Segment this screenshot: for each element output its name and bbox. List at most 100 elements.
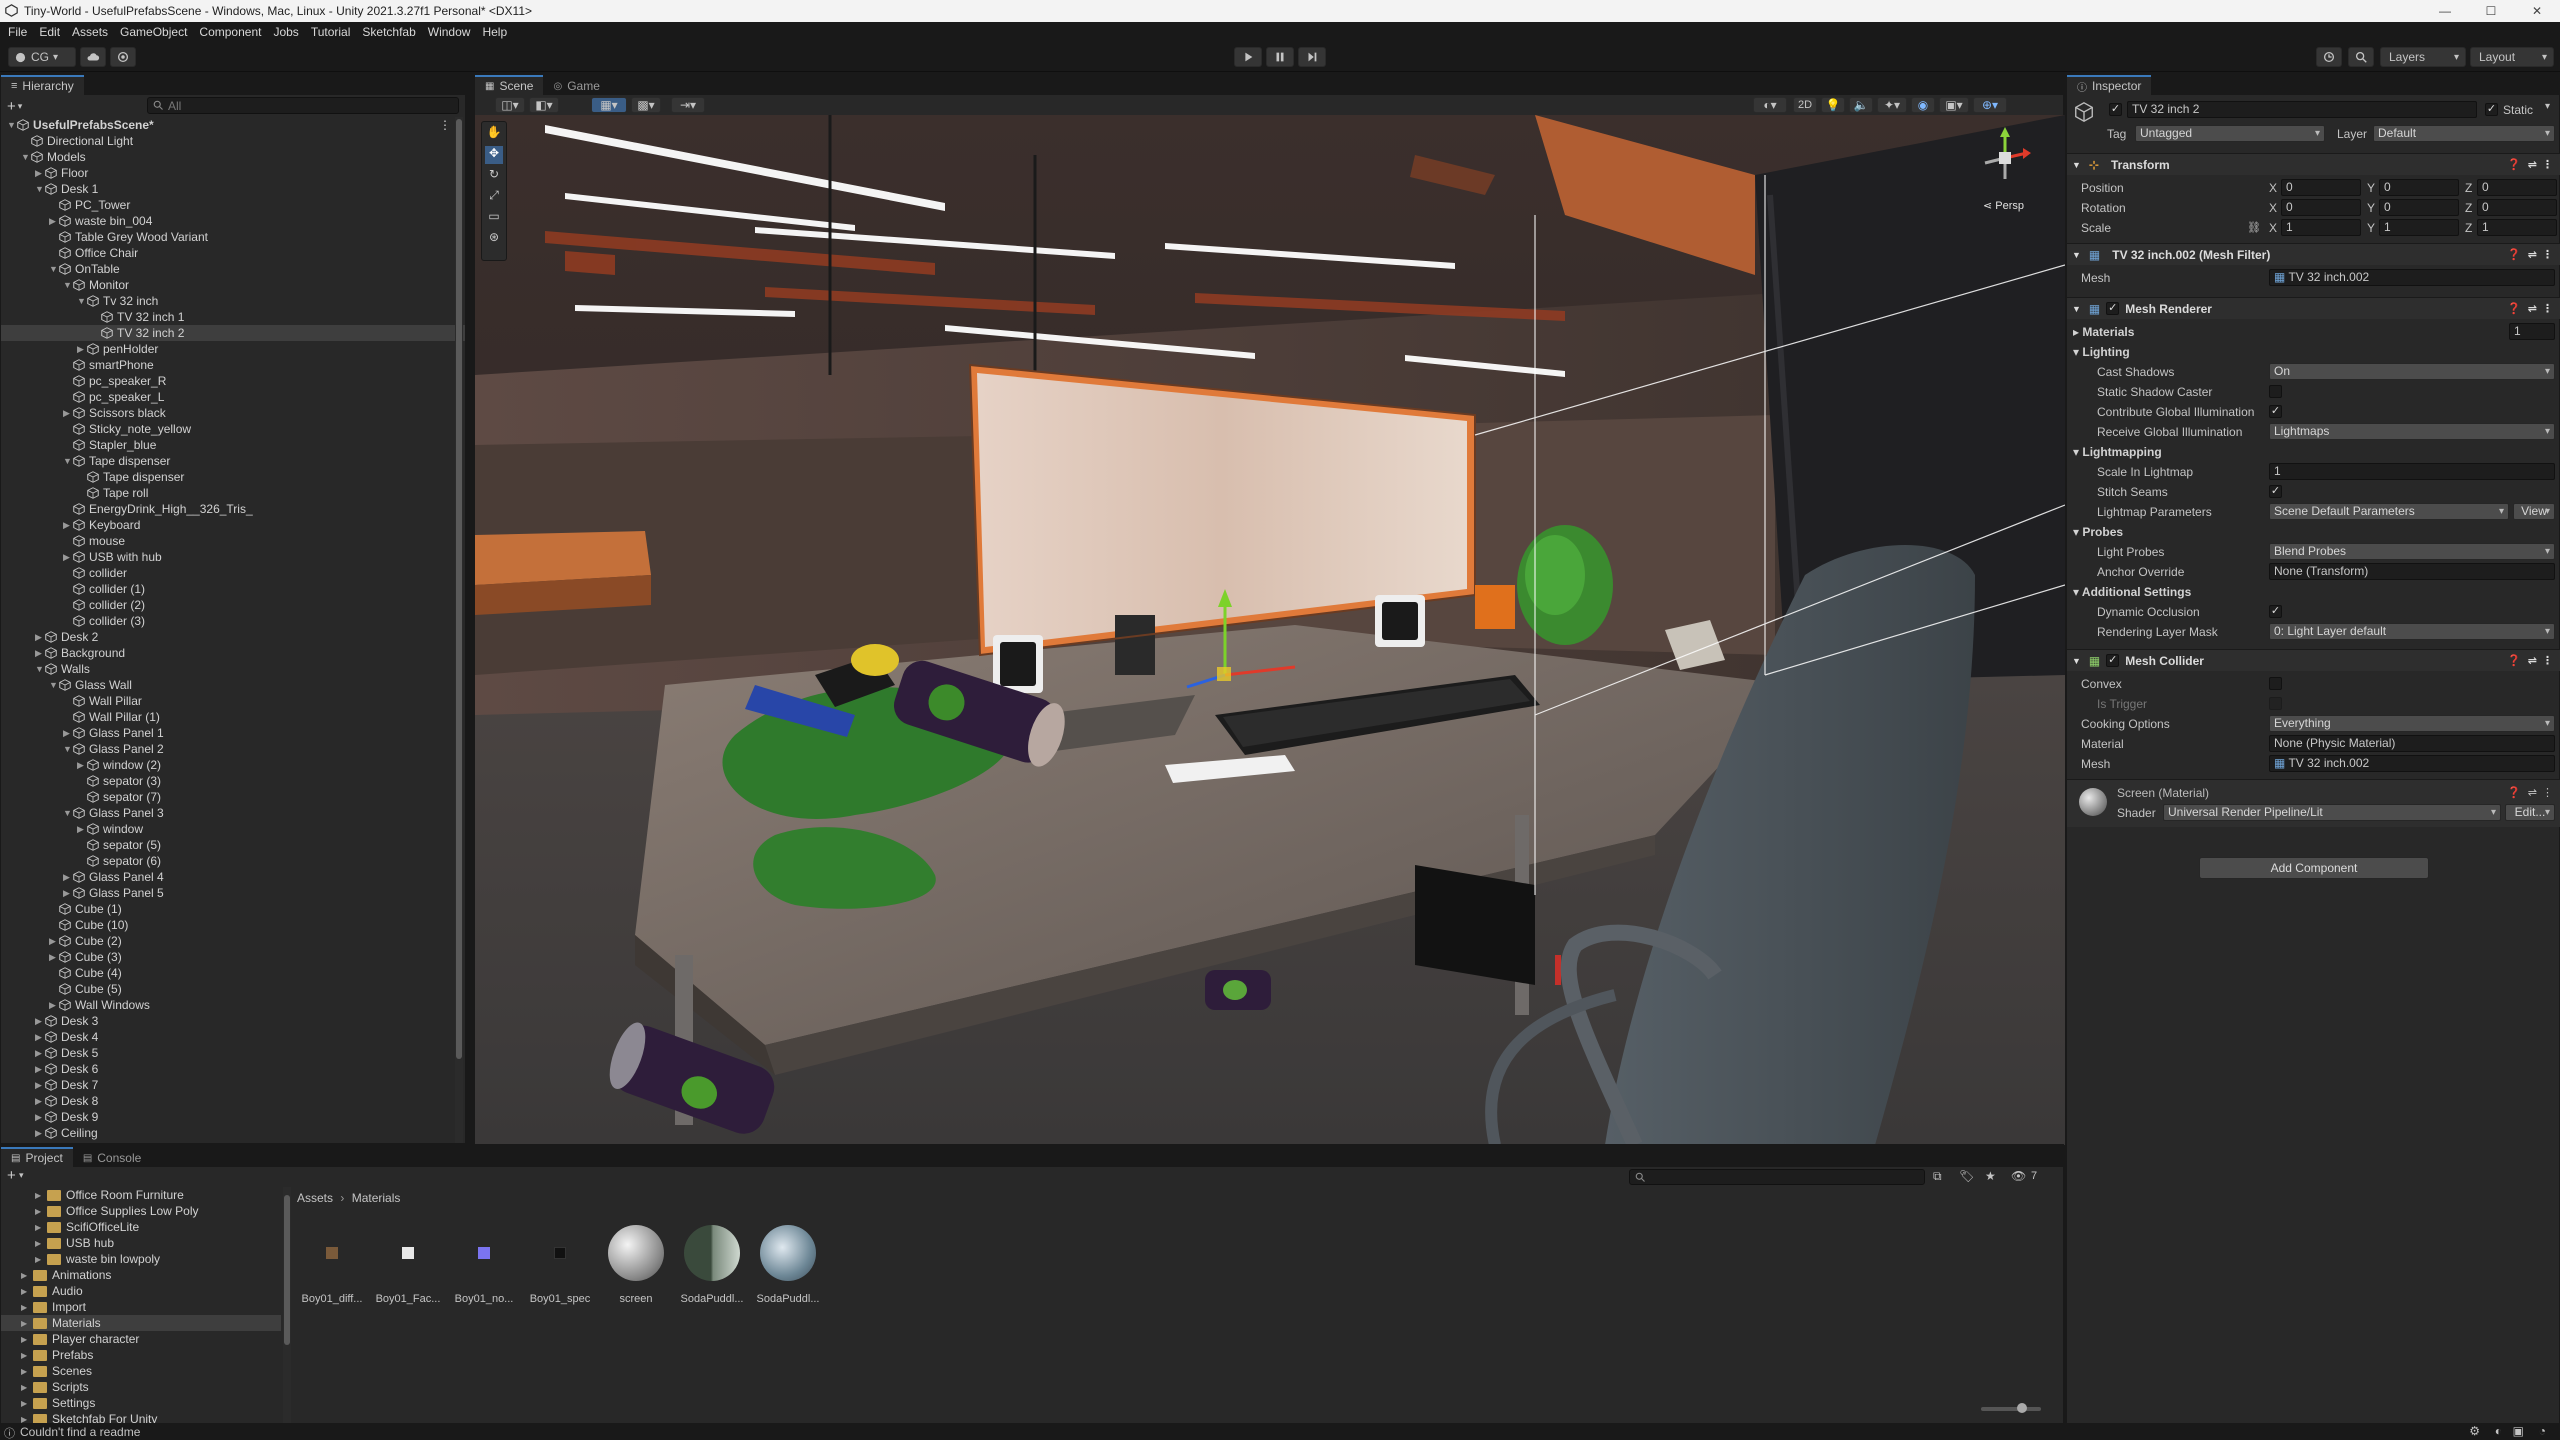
expand-right-icon[interactable]: ▶ (21, 1383, 33, 1392)
hierarchy-item[interactable]: ▼ OnTable (1, 261, 465, 277)
expand-down-icon[interactable]: ▼ (63, 744, 73, 754)
hierarchy-item[interactable]: Cube (10) (1, 917, 465, 933)
expand-right-icon[interactable]: ▶ (21, 1319, 33, 1328)
expand-right-icon[interactable]: ▶ (63, 408, 73, 419)
expand-right-icon[interactable]: ▶ (21, 1287, 33, 1296)
anchor-override-field[interactable]: None (Transform) (2269, 563, 2555, 580)
project-folder-item[interactable]: ▶ Sketchfab For Unity (1, 1411, 281, 1423)
expand-right-icon[interactable]: ▶ (35, 1096, 45, 1107)
project-folder-item[interactable]: ▶ Animations (1, 1267, 281, 1283)
preset-icon[interactable]: ⇌ (2528, 158, 2537, 171)
expand-right-icon[interactable]: ▶ (21, 1271, 33, 1280)
tag-dropdown[interactable]: Untagged (2135, 125, 2325, 142)
settings-icon[interactable]: ◔ (2539, 1424, 2546, 1438)
expand-right-icon[interactable]: ▶ (77, 344, 87, 355)
search-button[interactable] (2348, 47, 2374, 67)
expand-right-icon[interactable]: ▶ (35, 1128, 45, 1139)
expand-right-icon[interactable]: ▶ (77, 824, 87, 835)
project-folder-item[interactable]: ▶ waste bin lowpoly (1, 1251, 281, 1267)
maximize-button[interactable]: ☐ (2468, 0, 2514, 22)
mesh-renderer-header[interactable]: ▼ ▦ ✓ Mesh Renderer ❓ ⇌ ⋮ (2067, 297, 2560, 319)
hierarchy-item[interactable]: Cube (1) (1, 901, 465, 917)
hierarchy-item[interactable]: ▶ Background (1, 645, 465, 661)
expand-right-icon[interactable]: ▶ (35, 1223, 47, 1232)
expand-right-icon[interactable]: ▶ (35, 1048, 45, 1059)
render-mode-button[interactable]: ◐▾ (1753, 97, 1787, 113)
lighting-foldout[interactable]: ▾ Lighting (2073, 345, 2130, 359)
hierarchy-item[interactable]: ▶ Desk 9 (1, 1109, 465, 1125)
asset-item[interactable]: SodaPuddl... (677, 1223, 747, 1313)
static-checkbox[interactable]: ✓ (2485, 103, 2498, 116)
scale-z-field[interactable]: 1 (2477, 219, 2557, 236)
hierarchy-item[interactable]: TV 32 inch 1 (1, 309, 465, 325)
cooking-dropdown[interactable]: Everything (2269, 715, 2555, 732)
cloud-button[interactable] (80, 47, 106, 67)
grid-snap-button[interactable]: ▦▾ (591, 97, 627, 113)
scale-x-field[interactable]: 1 (2281, 219, 2361, 236)
expand-down-icon[interactable]: ▼ (21, 152, 31, 162)
scene-viewport[interactable]: ✋ ✥ ↻ ⤢ ▭ ⊛ ⋖ Persp (475, 115, 2065, 1145)
hierarchy-item[interactable]: ▼ Glass Panel 2 (1, 741, 465, 757)
more-icon[interactable]: ⋮ (2542, 786, 2553, 799)
bug-report-icon[interactable]: ⚙ (2469, 1424, 2480, 1438)
light-probes-dropdown[interactable]: Blend Probes (2269, 543, 2555, 560)
camera-settings-button[interactable]: ▣▾ (1939, 97, 1969, 113)
expand-right-icon[interactable]: ▶ (35, 1016, 45, 1027)
expand-right-icon[interactable]: ▶ (35, 1255, 47, 1264)
project-search-input[interactable] (1629, 1169, 1925, 1185)
hand-tool-icon[interactable]: ✋ (485, 125, 503, 143)
hierarchy-item[interactable]: ▶ Glass Panel 1 (1, 725, 465, 741)
filter-label-icon[interactable]: 🏷 (1959, 1169, 1974, 1183)
expand-down-icon[interactable]: ▼ (49, 680, 59, 690)
menu-assets[interactable]: Assets (72, 22, 108, 42)
project-folder-item[interactable]: ▶ Prefabs (1, 1347, 281, 1363)
axis-z-label[interactable]: Z (2465, 201, 2472, 215)
breadcrumb-materials[interactable]: Materials (352, 1191, 401, 1205)
gameobject-active-checkbox[interactable]: ✓ (2109, 103, 2122, 116)
lightmap-params-dropdown[interactable]: Scene Default Parameters (2269, 503, 2509, 520)
tab-inspector[interactable]: ⓘ Inspector (2067, 75, 2152, 95)
hierarchy-item[interactable]: ▶ Desk 6 (1, 1061, 465, 1077)
hierarchy-item[interactable]: ▶ Glass Panel 4 (1, 869, 465, 885)
2d-toggle[interactable]: 2D (1793, 97, 1817, 113)
thumbnail-size-slider[interactable] (1981, 1403, 2041, 1413)
undo-history-button[interactable] (2316, 47, 2342, 67)
minimize-button[interactable]: — (2422, 0, 2468, 22)
rendering-layer-dropdown[interactable]: 0: Light Layer default (2269, 623, 2555, 640)
asset-item[interactable]: Boy01_no... (449, 1223, 519, 1313)
hierarchy-item[interactable]: Tape dispenser (1, 469, 465, 485)
menu-file[interactable]: File (8, 22, 27, 42)
hierarchy-item[interactable]: ▶ Desk 4 (1, 1029, 465, 1045)
preset-icon[interactable]: ⇌ (2528, 654, 2537, 667)
hierarchy-item[interactable]: ▶ Cube (3) (1, 949, 465, 965)
materials-count-field[interactable]: 1 (2509, 323, 2555, 340)
axis-z-label[interactable]: Z (2465, 181, 2472, 195)
hierarchy-item[interactable]: Office Chair (1, 245, 465, 261)
hierarchy-item[interactable]: pc_speaker_R (1, 373, 465, 389)
expand-right-icon[interactable]: ▶ (35, 1191, 47, 1200)
account-button[interactable]: CG ▾ (8, 47, 76, 67)
hierarchy-item[interactable]: ▶ Glass Panel 5 (1, 885, 465, 901)
orientation-gizmo[interactable] (1965, 123, 2045, 193)
hierarchy-item[interactable]: ▶ Desk 2 (1, 629, 465, 645)
hierarchy-item[interactable]: ▼ Walls (1, 661, 465, 677)
expand-down-icon[interactable]: ▼ (63, 280, 73, 290)
axis-y-label[interactable]: Y (2367, 221, 2375, 235)
lighting-toggle[interactable]: 💡 (1821, 97, 1845, 113)
hierarchy-item[interactable]: smartPhone (1, 357, 465, 373)
asset-item[interactable]: Boy01_diff... (297, 1223, 367, 1313)
gizmos-button[interactable]: ⊕▾ (1973, 97, 2007, 113)
menu-component[interactable]: Component (199, 22, 261, 42)
hierarchy-item[interactable]: sepator (5) (1, 837, 465, 853)
receive-gi-dropdown[interactable]: Lightmaps (2269, 423, 2555, 440)
rotate-tool-icon[interactable]: ↻ (485, 167, 503, 185)
axis-z-label[interactable]: Z (2465, 221, 2472, 235)
expand-right-icon[interactable]: ▶ (49, 216, 59, 227)
pause-button[interactable] (1266, 47, 1294, 67)
hierarchy-item[interactable]: ▶ Desk 8 (1, 1093, 465, 1109)
expand-right-icon[interactable]: ▶ (21, 1415, 33, 1424)
step-button[interactable] (1298, 47, 1326, 67)
project-folder-item[interactable]: ▶ USB hub (1, 1235, 281, 1251)
help-icon[interactable]: ❓ (2507, 302, 2521, 315)
project-folder-item[interactable]: ▶ Player character (1, 1331, 281, 1347)
